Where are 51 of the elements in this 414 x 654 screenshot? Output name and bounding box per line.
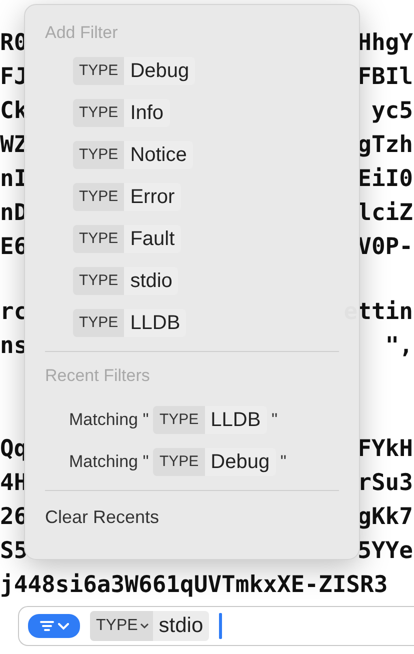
- filter-field-tag[interactable]: TYPE: [73, 267, 124, 295]
- console-text: EiI0: [358, 166, 414, 192]
- console-text: Ck: [0, 98, 28, 124]
- filter-value-chip[interactable]: Notice: [124, 141, 193, 169]
- recent-filter-label[interactable]: Matching ": [69, 410, 154, 430]
- clear-recents-item[interactable]: Clear Recents: [45, 505, 339, 528]
- console-text: HhgY: [358, 30, 414, 56]
- console-text: ",: [385, 333, 414, 359]
- recent-filter-label[interactable]: Matching ": [69, 452, 154, 472]
- token-value[interactable]: stdio: [152, 611, 210, 641]
- filter-value-chip[interactable]: LLDB: [204, 406, 267, 434]
- console-text: nI: [0, 166, 28, 192]
- console-text: gTzh: [358, 132, 414, 158]
- console-text: WZ: [0, 132, 28, 158]
- filter-value-chip[interactable]: Debug: [204, 448, 276, 476]
- console-text: yc5: [371, 98, 414, 124]
- console-text: FBIl: [358, 64, 414, 90]
- filter-field-tag[interactable]: TYPE: [73, 141, 124, 169]
- console-text: 5YYe: [358, 538, 414, 564]
- filter-value-chip[interactable]: stdio: [124, 267, 178, 295]
- filter-field-tag[interactable]: TYPE: [153, 406, 205, 434]
- filter-icon: [40, 621, 54, 631]
- filter-value-chip[interactable]: Debug: [124, 57, 196, 85]
- chevron-icon: [58, 622, 68, 630]
- filter-field-tag[interactable]: TYPE: [73, 309, 124, 337]
- console-text: j448si6a3W661qUVTmkxXE-ZISR3: [0, 572, 388, 598]
- filter-field-tag[interactable]: TYPE: [73, 99, 124, 127]
- filter-value-chip[interactable]: Info: [124, 99, 170, 127]
- filter-menu-button[interactable]: [28, 614, 80, 638]
- filter-field-tag[interactable]: TYPE: [73, 225, 124, 253]
- text-cursor: [219, 613, 222, 639]
- filter-field[interactable]: TYPE stdio: [18, 606, 414, 646]
- section-heading: Add Filter: [45, 23, 119, 44]
- filter-field-tag[interactable]: TYPE: [153, 448, 205, 476]
- console-text: V0P-: [358, 234, 414, 260]
- filter-field-tag[interactable]: TYPE: [73, 57, 124, 85]
- filter-value-chip[interactable]: Error: [124, 183, 181, 211]
- section-heading: Recent Filters: [45, 366, 151, 387]
- filter-value-chip[interactable]: LLDB: [124, 309, 186, 337]
- token-field-button[interactable]: TYPE: [90, 611, 153, 641]
- console-text: S5: [0, 538, 28, 564]
- console-text: gKk7: [358, 504, 414, 530]
- console-text: rc: [0, 299, 28, 325]
- console-text: lciZ: [358, 200, 414, 226]
- chevron-icon: [140, 623, 149, 629]
- filter-field-tag[interactable]: TYPE: [73, 183, 124, 211]
- console-text: rSu3: [358, 470, 414, 496]
- recent-filter-label[interactable]: ": [266, 410, 278, 430]
- console-text: FYkH: [358, 436, 414, 462]
- filter-value-chip[interactable]: Fault: [124, 225, 181, 253]
- recent-filter-label[interactable]: ": [276, 452, 286, 472]
